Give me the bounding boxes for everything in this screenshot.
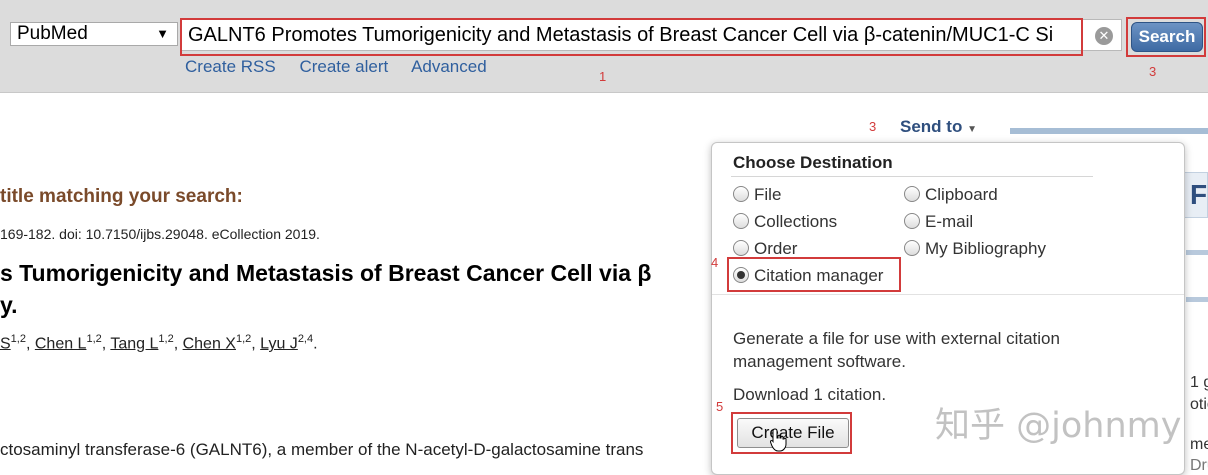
author-link[interactable]: Chen L xyxy=(35,335,87,352)
popup-divider xyxy=(731,176,1093,177)
radio-button[interactable] xyxy=(733,186,749,202)
annotation-box-4 xyxy=(727,257,901,292)
abstract-text: ctosaminyl transferase-6 (GALNT6), a mem… xyxy=(0,440,644,459)
annotation-number-3-sendto: 3 xyxy=(869,119,877,134)
author-affiliation: 1,2 xyxy=(10,333,26,345)
create-rss-link[interactable]: Create RSS xyxy=(185,57,276,76)
option-label: Order xyxy=(754,239,798,258)
article-citation: 169-182. doi: 10.7150/ijbs.29048. eColle… xyxy=(0,226,320,242)
popup-title: Choose Destination xyxy=(733,153,893,172)
annotation-number-4: 4 xyxy=(711,255,719,270)
author-affiliation: 1,2 xyxy=(235,333,252,345)
option-label: File xyxy=(754,185,782,204)
article-title-line1: s Tumorigenicity and Metastasis of Breas… xyxy=(0,260,652,286)
sidebar-text: me xyxy=(1190,436,1208,453)
annotation-number-5: 5 xyxy=(716,399,724,414)
radio-button[interactable] xyxy=(904,240,920,256)
annotation-number-3-search: 3 xyxy=(1149,64,1157,79)
download-count: Download 1 citation. xyxy=(733,385,887,404)
author-link[interactable]: Tang L xyxy=(110,335,158,352)
annotation-box-1 xyxy=(180,18,1083,56)
destination-email[interactable]: E-mail xyxy=(904,212,973,232)
annotation-box-5 xyxy=(731,412,852,454)
option-label: E-mail xyxy=(925,212,974,231)
article-title-line2: y. xyxy=(0,292,18,318)
popup-divider xyxy=(712,294,1184,295)
search-sublinks: Create RSS Create alert Advanced xyxy=(185,57,506,77)
author-link[interactable]: Lyu J xyxy=(260,335,298,352)
chevron-down-icon: ▼ xyxy=(156,26,169,41)
radio-button[interactable] xyxy=(904,213,920,229)
author-affiliation: 2,4 xyxy=(297,333,314,345)
destination-order[interactable]: Order xyxy=(733,239,797,259)
advanced-search-link[interactable]: Advanced xyxy=(411,57,487,76)
author-list: S1,2, Chen L1,2, Tang L1,2, Chen X1,2, L… xyxy=(0,333,318,353)
full-text-logo: F xyxy=(1190,179,1208,210)
author-affiliation: 1,2 xyxy=(86,333,102,345)
annotation-number-1: 1 xyxy=(599,69,607,84)
send-to-label: Send to xyxy=(900,117,963,136)
zhihu-watermark: 知乎 @johnmy xyxy=(935,406,1182,446)
author-link[interactable]: S xyxy=(0,335,11,352)
author-link[interactable]: Chen X xyxy=(183,335,236,352)
clear-search-icon[interactable]: ✕ xyxy=(1095,27,1113,45)
option-label: Collections xyxy=(754,212,838,231)
sidebar-text: Dru xyxy=(1190,457,1208,474)
radio-button[interactable] xyxy=(733,240,749,256)
hand-pointer-icon xyxy=(770,428,787,452)
destination-file[interactable]: File xyxy=(733,185,781,205)
author-affiliation: 1,2 xyxy=(158,333,174,345)
send-to-menu[interactable]: Send to ▼ xyxy=(900,117,977,137)
destination-my-bibliography[interactable]: My Bibliography xyxy=(904,239,1046,259)
database-select[interactable]: PubMed ▼ xyxy=(10,22,178,46)
citation-description: Generate a file for use with external ci… xyxy=(733,329,1060,371)
sidebar-divider xyxy=(1186,297,1208,302)
match-heading: title matching your search: xyxy=(0,186,243,207)
annotation-box-3-search xyxy=(1126,17,1206,57)
destination-clipboard[interactable]: Clipboard xyxy=(904,185,998,205)
destination-collections[interactable]: Collections xyxy=(733,212,837,232)
radio-button[interactable] xyxy=(733,213,749,229)
create-alert-link[interactable]: Create alert xyxy=(299,57,388,76)
sidebar-text: otic xyxy=(1190,396,1208,413)
option-label: Clipboard xyxy=(925,185,998,204)
database-select-value: PubMed xyxy=(17,23,88,44)
sidebar-divider xyxy=(1010,128,1208,134)
caret-down-icon: ▼ xyxy=(967,124,977,135)
option-label: My Bibliography xyxy=(925,239,1046,258)
sidebar-text: 1 g xyxy=(1190,374,1208,391)
radio-button[interactable] xyxy=(904,186,920,202)
sidebar-divider xyxy=(1186,250,1208,255)
